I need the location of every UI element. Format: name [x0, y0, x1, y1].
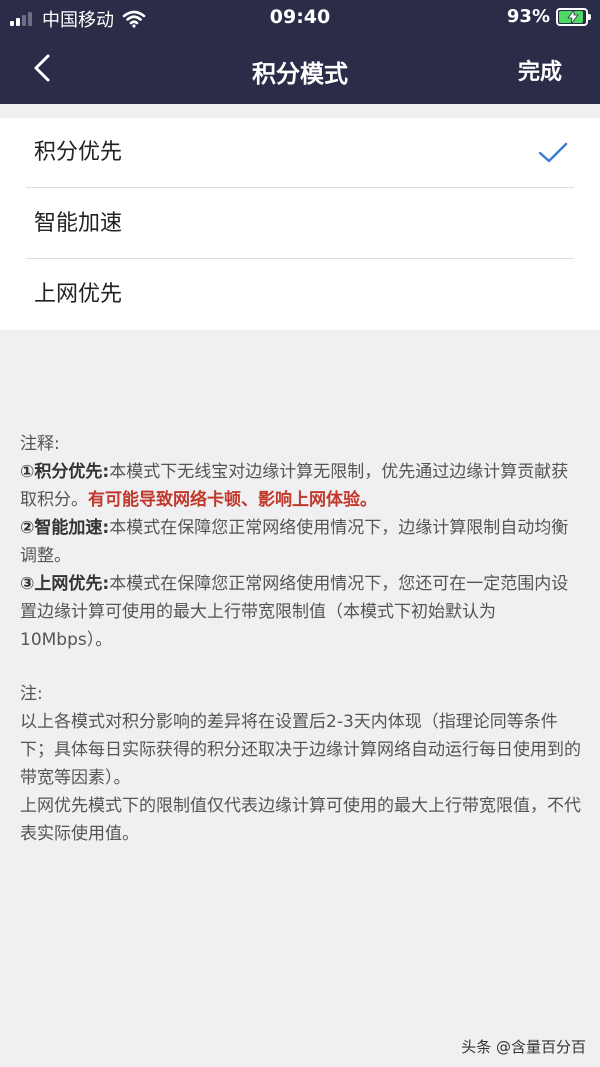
- note-warning: 有可能导致网络卡顿、影响上网体验。: [88, 490, 377, 510]
- note-heading: 注:: [20, 684, 43, 704]
- note-mode-name: 积分优先:: [34, 462, 110, 482]
- note-marker: ①: [20, 462, 35, 482]
- option-label: 上网优先: [34, 282, 123, 307]
- notes-heading: 注释:: [20, 434, 60, 454]
- option-smart-acceleration[interactable]: 智能加速: [26, 189, 574, 259]
- option-label: 积分优先: [34, 140, 123, 165]
- nav-bar: 积分模式 完成: [0, 34, 600, 104]
- note-item: ③上网优先:本模式在保障您正常网络使用情况下，您还可在一定范围内设置边缘计算可使…: [20, 570, 582, 654]
- note-item: ②智能加速:本模式在保障您正常网络使用情况下，边缘计算限制自动均衡调整。: [20, 514, 582, 570]
- note-item: ①积分优先:本模式下无线宝对边缘计算无限制，优先通过边缘计算贡献获取积分。有可能…: [20, 458, 582, 514]
- note-line: 以上各模式对积分影响的差异将在设置后2-3天内体现（指理论同等条件下；具体每日实…: [20, 712, 581, 788]
- note-marker: ②: [20, 518, 35, 538]
- header: 中国移动 09:40 93% 积分模式 完成: [0, 0, 600, 104]
- mode-list: 积分优先 智能加速 上网优先: [0, 118, 600, 330]
- note-marker: ③: [20, 574, 35, 594]
- done-button[interactable]: 完成: [518, 54, 562, 86]
- option-label: 智能加速: [34, 211, 123, 236]
- option-points-priority[interactable]: 积分优先: [26, 118, 574, 188]
- option-internet-priority[interactable]: 上网优先: [26, 260, 574, 330]
- watermark: 头条 @含量百分百: [461, 1038, 586, 1056]
- battery-percent: 93%: [506, 6, 550, 27]
- page-title: 积分模式: [252, 60, 348, 88]
- note-mode-name: 智能加速:: [34, 518, 110, 538]
- battery-icon: [556, 7, 591, 26]
- note-line: 上网优先模式下的限制值仅代表边缘计算可使用的最大上行带宽限值，不代表实际使用值。: [20, 796, 581, 844]
- status-bar: 中国移动 09:40 93%: [0, 0, 600, 34]
- explanation-notes: 注释: ①积分优先:本模式下无线宝对边缘计算无限制，优先通过边缘计算贡献获取积分…: [20, 430, 582, 848]
- note-mode-name: 上网优先:: [34, 574, 110, 594]
- checkmark-icon: [538, 142, 568, 163]
